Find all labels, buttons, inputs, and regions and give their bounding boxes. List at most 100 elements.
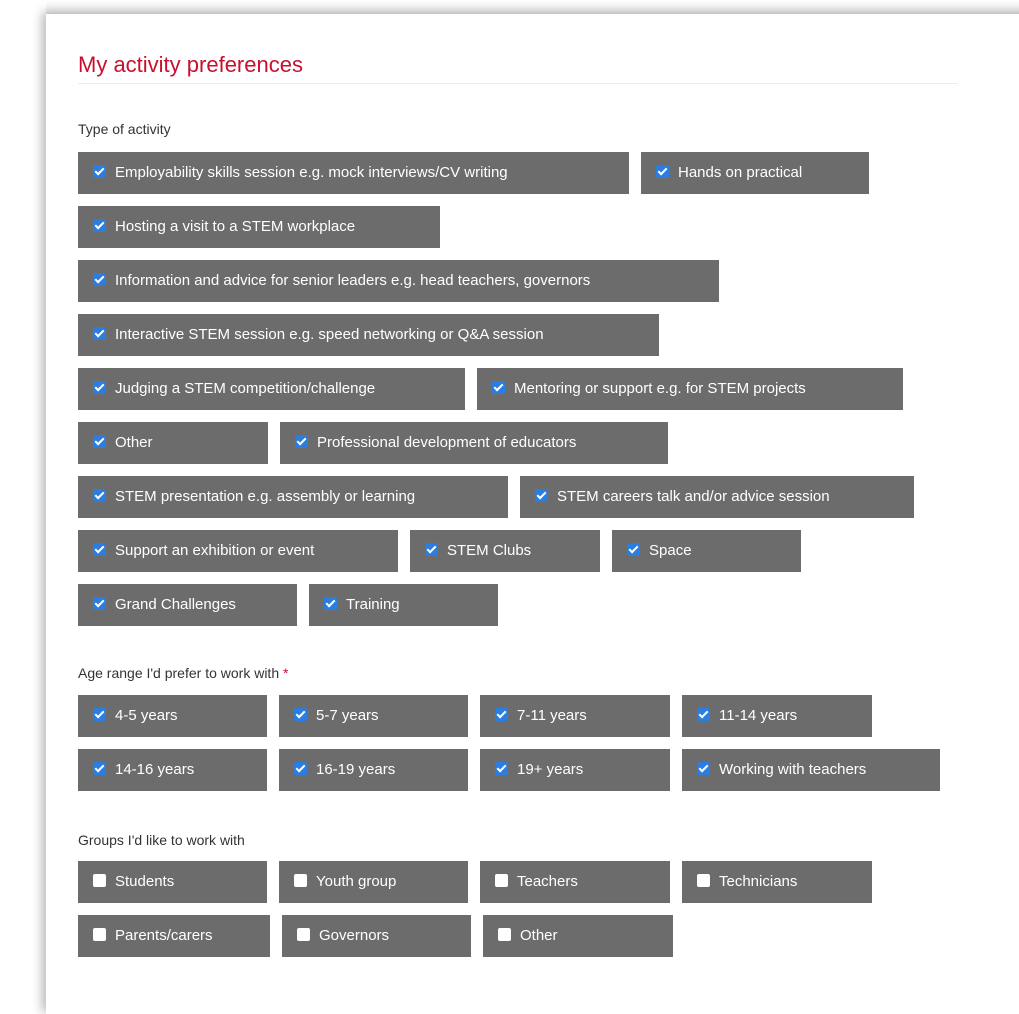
checkbox-checked-icon[interactable] xyxy=(535,489,548,502)
checkbox-checked-icon[interactable] xyxy=(93,708,106,721)
option-label: Governors xyxy=(319,927,390,944)
option-label: Training xyxy=(346,596,400,613)
checkbox-checked-icon[interactable] xyxy=(93,327,106,340)
activity-option-mentoring[interactable]: Mentoring or support e.g. for STEM proje… xyxy=(477,368,903,410)
checkbox-checked-icon[interactable] xyxy=(93,489,106,502)
group-option-parents-carers[interactable]: Parents/carers xyxy=(78,915,270,957)
age-option-4-5[interactable]: 4-5 years xyxy=(78,695,267,737)
option-label: Hands on practical xyxy=(678,164,803,181)
activity-option-professional-development[interactable]: Professional development of educators xyxy=(280,422,668,464)
option-label: Technicians xyxy=(719,873,798,890)
option-label: 11-14 years xyxy=(719,707,798,724)
option-label: Mentoring or support e.g. for STEM proje… xyxy=(514,380,806,397)
checkbox-unchecked-icon[interactable] xyxy=(297,928,310,941)
checkbox-checked-icon[interactable] xyxy=(295,435,308,448)
group-option-teachers[interactable]: Teachers xyxy=(480,861,670,903)
age-option-5-7[interactable]: 5-7 years xyxy=(279,695,468,737)
activity-option-training[interactable]: Training xyxy=(309,584,498,626)
window-top-edge xyxy=(46,0,1019,14)
activity-option-space[interactable]: Space xyxy=(612,530,801,572)
option-label: Other xyxy=(520,927,558,944)
group-option-students[interactable]: Students xyxy=(78,861,267,903)
checkbox-checked-icon[interactable] xyxy=(93,435,106,448)
activity-option-exhibition[interactable]: Support an exhibition or event xyxy=(78,530,398,572)
age-range-label: Age range I'd prefer to work with * xyxy=(78,665,288,681)
option-label: STEM presentation e.g. assembly or learn… xyxy=(115,488,416,505)
option-label: Interactive STEM session e.g. speed netw… xyxy=(115,326,544,343)
activity-option-interactive-session[interactable]: Interactive STEM session e.g. speed netw… xyxy=(78,314,659,356)
checkbox-checked-icon[interactable] xyxy=(294,708,307,721)
option-label: Information and advice for senior leader… xyxy=(115,272,591,289)
activity-option-hands-on[interactable]: Hands on practical xyxy=(641,152,869,194)
option-label: Professional development of educators xyxy=(317,434,577,451)
checkbox-checked-icon[interactable] xyxy=(324,597,337,610)
age-option-19-plus[interactable]: 19+ years xyxy=(480,749,670,791)
checkbox-checked-icon[interactable] xyxy=(495,762,508,775)
option-label: Teachers xyxy=(517,873,578,890)
checkbox-checked-icon[interactable] xyxy=(425,543,438,556)
option-label: Judging a STEM competition/challenge xyxy=(115,380,376,397)
age-range-label-text: Age range I'd prefer to work with xyxy=(78,665,280,681)
activity-option-employability[interactable]: Employability skills session e.g. mock i… xyxy=(78,152,629,194)
group-option-other[interactable]: Other xyxy=(483,915,673,957)
option-label: Support an exhibition or event xyxy=(115,542,315,559)
option-label: STEM Clubs xyxy=(447,542,532,559)
checkbox-checked-icon[interactable] xyxy=(495,708,508,721)
option-label: Space xyxy=(649,542,692,559)
age-option-11-14[interactable]: 11-14 years xyxy=(682,695,872,737)
checkbox-checked-icon[interactable] xyxy=(492,381,505,394)
group-option-youth-group[interactable]: Youth group xyxy=(279,861,468,903)
section-title: My activity preferences xyxy=(78,52,303,77)
option-label: Hosting a visit to a STEM workplace xyxy=(115,218,356,235)
group-option-technicians[interactable]: Technicians xyxy=(682,861,872,903)
age-option-16-19[interactable]: 16-19 years xyxy=(279,749,468,791)
option-label: Students xyxy=(115,873,175,890)
activity-option-stem-presentation[interactable]: STEM presentation e.g. assembly or learn… xyxy=(78,476,508,518)
title-divider xyxy=(78,83,958,84)
age-option-7-11[interactable]: 7-11 years xyxy=(480,695,670,737)
option-label: 16-19 years xyxy=(316,761,396,778)
option-label: 5-7 years xyxy=(316,707,379,724)
checkbox-checked-icon[interactable] xyxy=(697,708,710,721)
checkbox-checked-icon[interactable] xyxy=(656,165,669,178)
checkbox-checked-icon[interactable] xyxy=(93,219,106,232)
option-label: Other xyxy=(115,434,153,451)
option-label: Working with teachers xyxy=(719,761,867,778)
checkbox-checked-icon[interactable] xyxy=(627,543,640,556)
activity-option-hosting-visit[interactable]: Hosting a visit to a STEM workplace xyxy=(78,206,440,248)
checkbox-unchecked-icon[interactable] xyxy=(294,874,307,887)
option-label: 19+ years xyxy=(517,761,584,778)
activity-option-senior-leaders[interactable]: Information and advice for senior leader… xyxy=(78,260,719,302)
checkbox-unchecked-icon[interactable] xyxy=(93,928,106,941)
checkbox-unchecked-icon[interactable] xyxy=(697,874,710,887)
activity-option-judging[interactable]: Judging a STEM competition/challenge xyxy=(78,368,465,410)
checkbox-unchecked-icon[interactable] xyxy=(93,874,106,887)
groups-label: Groups I'd like to work with xyxy=(78,832,245,848)
checkbox-unchecked-icon[interactable] xyxy=(495,874,508,887)
option-label: Grand Challenges xyxy=(115,596,236,613)
checkbox-checked-icon[interactable] xyxy=(93,165,106,178)
required-asterisk: * xyxy=(283,665,289,681)
option-label: 7-11 years xyxy=(517,707,587,724)
activity-option-careers-talk[interactable]: STEM careers talk and/or advice session xyxy=(520,476,914,518)
checkbox-unchecked-icon[interactable] xyxy=(498,928,511,941)
checkbox-checked-icon[interactable] xyxy=(294,762,307,775)
checkbox-checked-icon[interactable] xyxy=(93,273,106,286)
checkbox-checked-icon[interactable] xyxy=(93,381,106,394)
checkbox-checked-icon[interactable] xyxy=(93,597,106,610)
group-option-governors[interactable]: Governors xyxy=(282,915,471,957)
option-label: Parents/carers xyxy=(115,927,213,944)
activity-option-grand-challenges[interactable]: Grand Challenges xyxy=(78,584,297,626)
activity-option-stem-clubs[interactable]: STEM Clubs xyxy=(410,530,600,572)
option-label: 4-5 years xyxy=(115,707,178,724)
option-label: STEM careers talk and/or advice session xyxy=(557,488,830,505)
checkbox-checked-icon[interactable] xyxy=(697,762,710,775)
option-label: 14-16 years xyxy=(115,761,195,778)
age-option-14-16[interactable]: 14-16 years xyxy=(78,749,267,791)
activity-option-other[interactable]: Other xyxy=(78,422,268,464)
age-option-working-with-teachers[interactable]: Working with teachers xyxy=(682,749,940,791)
option-label: Youth group xyxy=(316,873,397,890)
checkbox-checked-icon[interactable] xyxy=(93,543,106,556)
checkbox-checked-icon[interactable] xyxy=(93,762,106,775)
activity-type-label: Type of activity xyxy=(78,121,171,137)
